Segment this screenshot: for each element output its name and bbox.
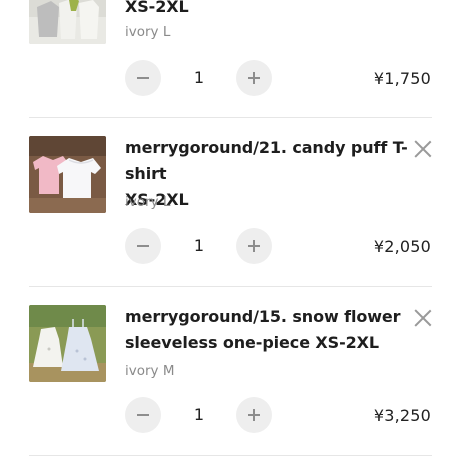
increase-quantity-button[interactable] <box>236 60 272 96</box>
cart-item: merrygoround/21. candy puff T-shirt XS-2… <box>0 118 460 286</box>
quantity-value: 1 <box>193 405 205 424</box>
remove-item-button[interactable] <box>414 140 432 158</box>
product-title[interactable]: XS-2XL <box>125 0 410 20</box>
item-price: ¥2,050 <box>373 237 431 256</box>
decrease-quantity-button[interactable] <box>125 228 161 264</box>
increase-quantity-button[interactable] <box>236 397 272 433</box>
cart-item: merrygoround/15. snow flower sleeveless … <box>0 287 460 455</box>
divider <box>29 455 432 456</box>
product-title[interactable]: merrygoround/15. snow flower sleeveless … <box>125 304 410 356</box>
decrease-quantity-button[interactable] <box>125 397 161 433</box>
product-variant: ivory L <box>125 194 171 210</box>
product-thumbnail[interactable] <box>29 136 106 213</box>
remove-item-button[interactable] <box>414 309 432 327</box>
decrease-quantity-button[interactable] <box>125 60 161 96</box>
cart-item: XS-2XL ivory L 1 ¥1,750 <box>0 0 460 118</box>
item-price: ¥3,250 <box>373 406 431 425</box>
product-thumbnail[interactable] <box>29 305 106 382</box>
product-variant: ivory M <box>125 363 175 379</box>
increase-quantity-button[interactable] <box>236 228 272 264</box>
product-thumbnail[interactable] <box>29 0 106 44</box>
quantity-value: 1 <box>193 68 205 87</box>
product-variant: ivory L <box>125 24 171 40</box>
item-price: ¥1,750 <box>373 69 431 88</box>
quantity-value: 1 <box>193 236 205 255</box>
